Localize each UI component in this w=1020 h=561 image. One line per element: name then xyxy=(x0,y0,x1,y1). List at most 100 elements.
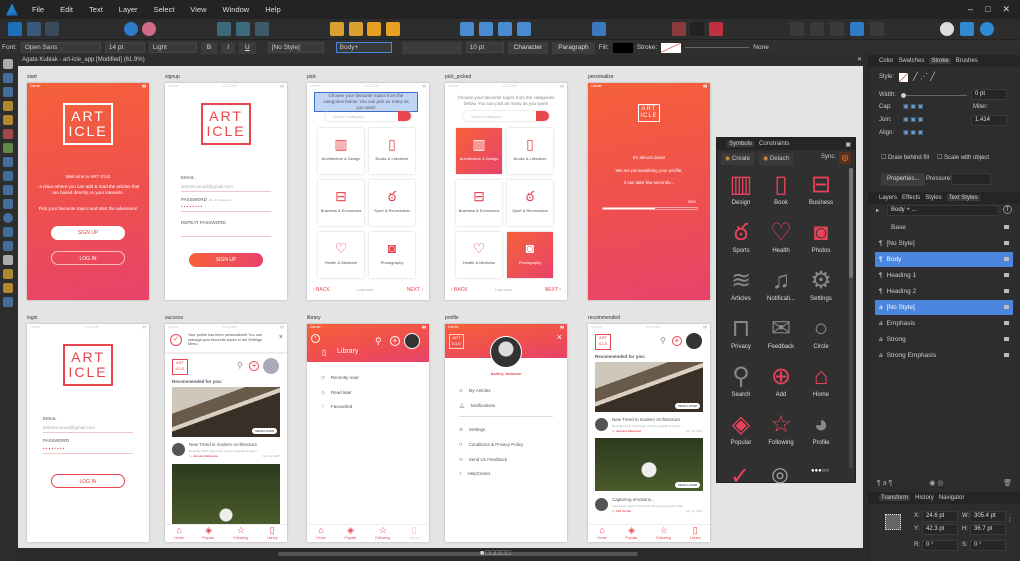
email-field[interactable]: dolores.wood@gmail.com xyxy=(43,425,133,433)
no-stroke-style[interactable] xyxy=(899,73,908,82)
style-menu-icon[interactable] xyxy=(1004,337,1009,341)
nav-popular[interactable]: ◈ Popular xyxy=(344,525,356,542)
add-icon[interactable]: + xyxy=(672,336,682,346)
draw-behind-checkbox[interactable]: ☐ Draw behind fill xyxy=(881,154,929,161)
miter-input[interactable]: 1.414 xyxy=(971,115,1007,126)
magnet-icon[interactable] xyxy=(709,22,723,36)
brush-tool-icon[interactable] xyxy=(3,129,13,139)
snapping-toggle-icon[interactable] xyxy=(690,22,704,36)
add-icon[interactable]: + xyxy=(390,336,400,346)
bool-divide-icon[interactable] xyxy=(870,22,884,36)
search-icon[interactable]: ⚲ xyxy=(375,336,382,347)
scroll-thumb[interactable] xyxy=(278,552,638,556)
document-tab[interactable]: Agata Kubiak - art-icle_app [Modified] (… xyxy=(16,55,868,66)
pressure-graph[interactable] xyxy=(951,173,991,185)
bool-xor-icon[interactable] xyxy=(850,22,864,36)
tab-layers[interactable]: Layers xyxy=(879,195,897,201)
bool-add-icon[interactable] xyxy=(790,22,804,36)
export-persona-icon[interactable] xyxy=(45,22,59,36)
profile-menu-item[interactable]: ≋ My Articles xyxy=(459,388,491,394)
solid-stroke-style[interactable]: ╱ ⋰ ╱ xyxy=(913,72,935,81)
minimize-button[interactable]: – xyxy=(968,4,973,15)
next-button[interactable]: NEXT › xyxy=(407,287,423,293)
nav-library[interactable]: ▯ Library xyxy=(690,525,701,542)
ellipse-tool-icon[interactable] xyxy=(3,213,13,223)
category-tile[interactable]: ⊟ Business & Economics xyxy=(318,180,364,226)
dots-icon[interactable]: ●●●○○ xyxy=(800,468,840,474)
character-button[interactable]: Character xyxy=(507,41,549,54)
artboard-profile[interactable]: Carrier ▮▮ ART ICLE × Ashley Johnson ≋ My … xyxy=(445,324,567,542)
article-image[interactable]: READ LATER xyxy=(595,438,703,491)
anchor-selector[interactable] xyxy=(885,514,901,530)
check-circle-icon[interactable]: ✓ xyxy=(720,462,760,491)
place-image-icon[interactable] xyxy=(3,171,13,181)
symbol-item[interactable]: ◙ Photos xyxy=(801,218,841,254)
signup-button[interactable]: SIGN UP xyxy=(51,226,125,240)
load-more-button[interactable]: Load more xyxy=(495,288,512,292)
detach-symbol-button[interactable]: ◉ Detach xyxy=(759,153,793,165)
eye-icon[interactable]: ◎ xyxy=(760,462,800,487)
style-menu-icon[interactable] xyxy=(1004,321,1009,325)
password-field[interactable]: • • • • • • • • xyxy=(181,204,271,212)
crop-tool-icon[interactable] xyxy=(3,185,13,195)
rectangle-tool-icon[interactable] xyxy=(3,199,13,209)
text-style-actions[interactable]: ¶ a ¶ ◉ ◎ 🗑︎ xyxy=(869,479,1020,487)
text-style-icon[interactable]: T xyxy=(1003,205,1012,214)
back-button[interactable]: ‹ BACK xyxy=(451,287,468,293)
font-weight-select[interactable]: Light xyxy=(148,42,197,53)
expand-arrow-icon[interactable]: ▸ xyxy=(876,207,879,214)
join-buttons[interactable]: ▣ ▣ ▣ xyxy=(903,116,923,123)
read-later-button[interactable]: READ LATER xyxy=(675,403,700,409)
properties-button[interactable]: Properties... xyxy=(881,173,926,186)
article-image[interactable] xyxy=(172,464,280,524)
category-tile[interactable]: ▥ Architecture & Design xyxy=(318,128,364,174)
category-tile[interactable]: ♡ Health & Medicine xyxy=(318,232,364,278)
text-style-item[interactable]: a Emphasis xyxy=(875,316,1013,331)
next-button[interactable]: NEXT › xyxy=(545,287,561,293)
signup-button[interactable]: SIGN UP xyxy=(189,253,263,267)
artboard-success[interactable]: Carrier 10:10 AM ▮▮ ✓ Your profile has bee… xyxy=(165,324,287,542)
nav-home[interactable]: ⌂ Home xyxy=(174,525,183,542)
menu-select[interactable]: Select xyxy=(146,5,183,14)
profile-menu-item[interactable]: ⚙ Settings xyxy=(459,427,485,433)
text-style-item[interactable]: ¶ Heading 2 xyxy=(875,284,1013,299)
text-style-item[interactable]: a Strong Emphasis xyxy=(875,348,1013,363)
nav-following[interactable]: ☆ Following xyxy=(233,525,248,542)
bold-button[interactable]: B xyxy=(200,41,218,54)
width-input[interactable]: 0 pt xyxy=(971,89,1007,100)
arrange-back-icon[interactable] xyxy=(330,22,344,36)
article-image[interactable]: READ LATER xyxy=(595,362,703,412)
underline-button[interactable]: U xyxy=(238,41,256,54)
current-style-field[interactable]: Body + ... xyxy=(887,205,999,216)
nav-home[interactable]: ⌂ Home xyxy=(316,525,325,542)
geometry-add-icon[interactable] xyxy=(940,22,954,36)
profile-menu-item[interactable]: ⊓ Conditions & Privacy Policy xyxy=(459,442,523,448)
tab-styles[interactable]: Styles xyxy=(925,195,941,201)
nav-library[interactable]: ▯ Library xyxy=(267,525,278,542)
move-tool-icon[interactable] xyxy=(3,59,13,69)
menu-window[interactable]: Window xyxy=(215,5,258,14)
search-icon[interactable]: ⚲ xyxy=(660,336,666,345)
artboard-recommended[interactable]: Carrier 10:10 AM ▮▮ ART ICLE ⚲ + Recommend… xyxy=(588,324,710,542)
category-tile[interactable]: ▯ Books & Literature xyxy=(369,128,415,174)
font-family-select[interactable]: Open Sans xyxy=(20,42,101,53)
symbol-item[interactable]: ≋ Articles xyxy=(721,266,761,302)
rotation-input[interactable]: 0 ° xyxy=(922,540,958,551)
rotate-right-icon[interactable] xyxy=(517,22,531,36)
nav-popular[interactable]: ◈ Popular xyxy=(202,525,214,542)
category-tile-selected[interactable]: ▥ Architecture & Design xyxy=(456,128,502,174)
menu-view[interactable]: View xyxy=(182,5,214,14)
author-name[interactable]: Ted Archer xyxy=(616,509,632,513)
symbol-item[interactable]: ▥ Design xyxy=(721,170,761,206)
category-tile[interactable]: ఠ Sport & Recreaction xyxy=(369,180,415,226)
pencil-tool-icon[interactable] xyxy=(3,115,13,125)
author-name[interactable]: Jessica Simmons xyxy=(616,429,641,433)
symbol-item[interactable]: ⊕ Add xyxy=(761,362,801,398)
horizontal-scrollbar[interactable]: ■□□□□□ xyxy=(18,548,863,561)
artboard-login[interactable]: Carrier 10:10 AM ▮▮ ART ICLE EMAIL dolores.… xyxy=(27,324,149,542)
style-menu-icon[interactable] xyxy=(1004,273,1009,277)
repeat-password-field[interactable] xyxy=(181,229,271,237)
align-buttons[interactable]: ▣ ▣ ▣ xyxy=(903,129,923,136)
nav-following[interactable]: ☆ Following xyxy=(656,525,671,542)
text-style-item[interactable]: ¶ Heading 1 xyxy=(875,268,1013,283)
